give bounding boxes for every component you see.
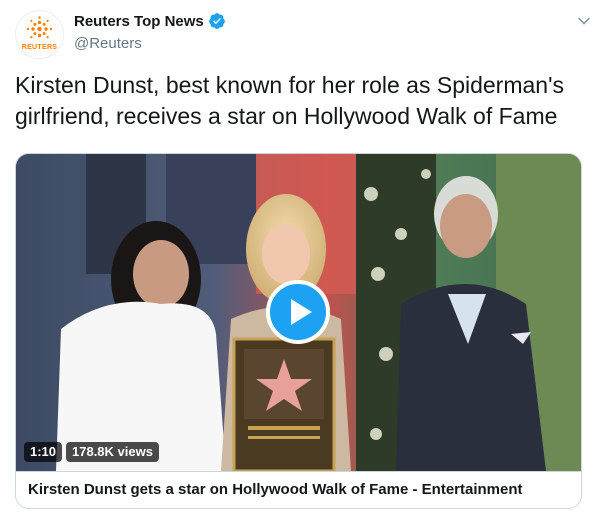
card-title-bar[interactable]: Kirsten Dunst gets a star on Hollywood W… bbox=[16, 471, 581, 508]
avatar-label: REUTERS bbox=[21, 44, 58, 51]
video-views-badge: 178.8K views bbox=[66, 442, 159, 462]
video-card[interactable]: 1:10 178.8K views Kirsten Dunst gets a s… bbox=[15, 153, 582, 509]
video-duration-badge: 1:10 bbox=[24, 442, 63, 462]
tweet-text: Kirsten Dunst, best known for her role a… bbox=[15, 72, 564, 129]
chevron-down-icon[interactable] bbox=[577, 14, 591, 28]
author-display-name[interactable]: Reuters Top News bbox=[74, 13, 204, 30]
author-name-row: Reuters Top News bbox=[74, 12, 226, 30]
play-button[interactable] bbox=[266, 280, 330, 344]
tweet: REUTERS Reuters Top News @Reuters Kirste… bbox=[0, 0, 607, 516]
card-title: Kirsten Dunst gets a star on Hollywood W… bbox=[28, 481, 523, 498]
video-thumbnail[interactable]: 1:10 178.8K views bbox=[16, 154, 581, 471]
avatar[interactable]: REUTERS bbox=[15, 10, 64, 59]
author-handle[interactable]: @Reuters bbox=[74, 35, 142, 52]
verified-badge-icon bbox=[208, 13, 225, 29]
play-icon bbox=[291, 299, 312, 325]
